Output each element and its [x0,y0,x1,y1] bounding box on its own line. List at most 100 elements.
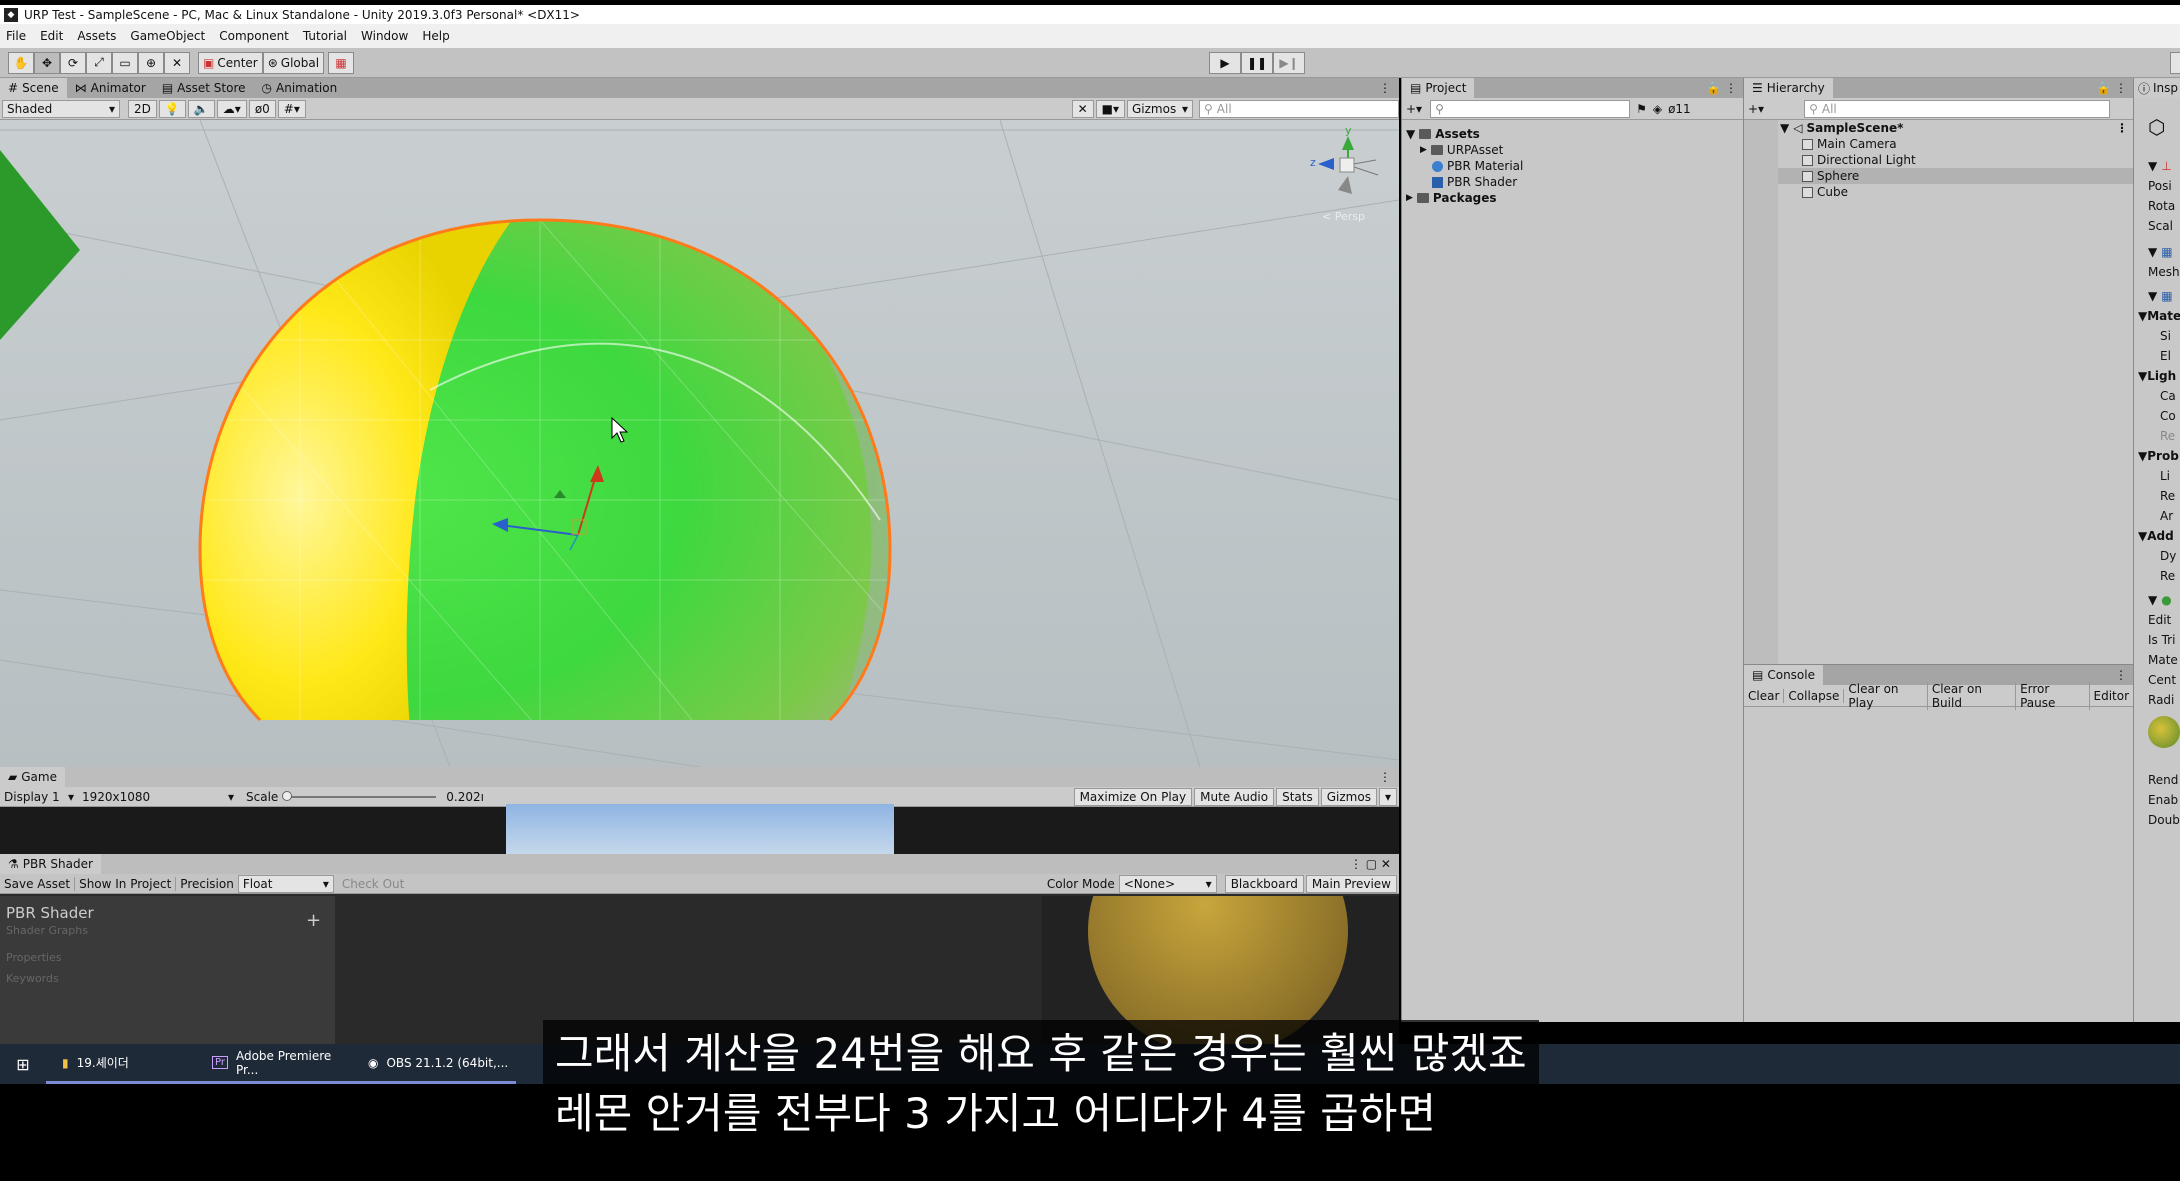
account-button[interactable] [2170,52,2180,74]
rotate-tool-icon[interactable]: ⟳ [60,51,86,74]
inspector-transform-header[interactable]: ▼ ⊥ [2134,156,2180,176]
add-property-button[interactable]: + [306,910,321,931]
console-error-pause-button[interactable]: Error Pause [2016,681,2090,710]
console-collapse-button[interactable]: Collapse [1784,688,1845,703]
inspector-material-preview[interactable] [2134,710,2180,760]
save-asset-button[interactable]: Save Asset [0,876,76,891]
scene-search-input[interactable]: ⚲ All [1199,99,1399,118]
precision-dropdown[interactable]: Float ▾ [237,874,334,893]
inspector-additional-header[interactable]: ▼ Add [2134,526,2180,546]
hierarchy-item-cube[interactable]: Cube [1778,184,2134,200]
custom-tool-icon[interactable]: ✕ [164,51,190,74]
snap-settings-icon[interactable]: ▦ [328,51,355,74]
tree-item-pbr-material[interactable]: PBR Material [1402,158,1743,174]
hierarchy-item-main-camera[interactable]: Main Camera [1778,136,2134,152]
scale-slider[interactable] [282,790,437,801]
tree-item-packages[interactable]: ▶ Packages [1402,190,1743,206]
lighting-toggle-icon[interactable]: 💡 [158,99,186,118]
tab-project[interactable]: ▤ Project [1402,78,1475,98]
hierarchy-scene-row[interactable]: ▼ ◁ SampleScene* ⋮ [1778,120,2134,136]
menu-help[interactable]: Help [422,29,449,43]
play-button[interactable]: ▶ [1209,52,1241,74]
hidden-packages-count[interactable]: ø11 [1668,102,1691,116]
game-more-icon[interactable]: ⋮ [1379,770,1391,784]
camera-dropdown-icon[interactable]: ■▾ [1095,99,1125,118]
hierarchy-item-directional-light[interactable]: Directional Light [1778,152,2134,168]
display-dropdown[interactable]: Display 1 ▾ [0,788,78,806]
inspector-materials-header[interactable]: ▼ Mate [2134,306,2180,326]
gizmos-dropdown-icon[interactable]: ▾ [1378,787,1397,806]
mute-audio-button[interactable]: Mute Audio [1194,787,1275,806]
scene-viewport[interactable]: y z < Persp [0,120,1399,767]
console-clear-button[interactable]: Clear [1744,688,1785,703]
maximize-on-play-button[interactable]: Maximize On Play [1073,787,1193,806]
inspector-mesh-renderer-header[interactable]: ▼ ▦ [2134,286,2180,306]
inspector-probes-header[interactable]: ▼ Prob [2134,446,2180,466]
effects-dropdown-icon[interactable]: ☁▾ [216,99,247,118]
console-editor-dropdown[interactable]: Editor [2090,689,2134,703]
hidden-objects-toggle[interactable]: ø0 [248,99,276,118]
filter-type-icon[interactable]: ⚑ [1636,102,1647,116]
scene-more-icon[interactable]: ⋮ [1379,81,1391,95]
menu-edit[interactable]: Edit [40,29,63,43]
pause-button[interactable]: ❚❚ [1241,52,1273,74]
tree-item-urpasset[interactable]: ▶ URPAsset [1402,142,1743,158]
tab-animation[interactable]: ◷ Animation [254,78,346,98]
create-object-button[interactable]: +▾ [1748,102,1764,116]
project-search-input[interactable]: ⚲ [1430,99,1631,118]
step-button[interactable]: ▶❙ [1273,52,1305,74]
hierarchy-lock-icon[interactable]: 🔒 ⋮ [2096,81,2127,95]
tab-game[interactable]: ▰ Game [0,767,65,787]
tree-item-assets[interactable]: ▼ Assets [1402,126,1743,142]
tab-pbr-shader[interactable]: ⚗ PBR Shader [0,854,101,874]
inspector-sphere-collider-header[interactable]: ▼ ● [2134,590,2180,610]
hand-tool-icon[interactable]: ✋ [8,51,34,74]
inspector-lighting-header[interactable]: ▼ Ligh [2134,366,2180,386]
blackboard-button[interactable]: Blackboard [1224,874,1304,893]
windows-start-icon[interactable]: ⊞ [0,1055,46,1074]
menu-assets[interactable]: Assets [77,29,116,43]
tab-console[interactable]: ▤ Console [1744,665,1823,685]
color-mode-dropdown[interactable]: <None> ▾ [1118,874,1217,893]
taskbar-item-obs[interactable]: ◉ OBS 21.1.2 (64bit,... [356,1044,516,1084]
rect-tool-icon[interactable]: ▭ [112,51,138,74]
menu-tutorial[interactable]: Tutorial [303,29,347,43]
show-in-project-button[interactable]: Show In Project [75,876,177,891]
tab-inspector[interactable]: ⓘ Insp [2134,78,2180,98]
stats-button[interactable]: Stats [1276,787,1319,806]
tab-asset-store[interactable]: ▤ Asset Store [154,78,254,98]
tab-scene[interactable]: # Scene [0,78,67,98]
create-button[interactable]: +▾ [1406,102,1422,116]
shading-mode-dropdown[interactable]: Shaded ▾ [2,99,120,118]
hierarchy-search-input[interactable]: ⚲ All [1804,99,2111,118]
transform-tool-icon[interactable]: ⊕ [138,51,164,74]
scale-slider-thumb[interactable] [282,790,293,801]
menu-gameobject[interactable]: GameObject [130,29,205,43]
shader-window-controls[interactable]: ⋮ ▢ ✕ [1350,857,1391,871]
tab-animator[interactable]: ⋈ Animator [67,78,154,98]
pivot-global-button[interactable]: ⊛ Global [262,51,325,74]
taskbar-item-folder[interactable]: ▮ 19.셰이더 [46,1044,196,1084]
hierarchy-item-sphere[interactable]: Sphere [1778,168,2134,184]
tree-item-pbr-shader[interactable]: PBR Shader [1402,174,1743,190]
grid-dropdown-icon[interactable]: #▾ [277,99,306,118]
filter-label-icon[interactable]: ◈ [1653,102,1662,116]
menu-window[interactable]: Window [361,29,408,43]
game-gizmos-button[interactable]: Gizmos [1320,787,1377,806]
check-out-button[interactable]: Check Out [334,877,412,891]
project-lock-icon[interactable]: 🔒 ⋮ [1706,81,1737,95]
tab-hierarchy[interactable]: ☰ Hierarchy [1744,78,1833,98]
audio-toggle-icon[interactable]: 🔈 [187,99,215,118]
menu-component[interactable]: Component [219,29,289,43]
taskbar-item-premiere[interactable]: Pr Adobe Premiere Pr... [196,1044,356,1084]
console-clear-on-build-button[interactable]: Clear on Build [1928,681,2017,710]
move-tool-icon[interactable]: ✥ [34,51,60,74]
console-more-icon[interactable]: ⋮ [2115,668,2127,682]
menu-file[interactable]: File [6,29,26,43]
resolution-dropdown[interactable]: 1920x1080 ▾ [78,788,238,806]
inspector-mesh-filter-header[interactable]: ▼ ▦ [2134,242,2180,262]
main-preview-button[interactable]: Main Preview [1305,874,1397,893]
tools-icon[interactable]: ✕ [1071,99,1094,118]
gizmos-dropdown[interactable]: Gizmos ▾ [1127,99,1193,118]
2d-toggle[interactable]: 2D [128,99,157,118]
